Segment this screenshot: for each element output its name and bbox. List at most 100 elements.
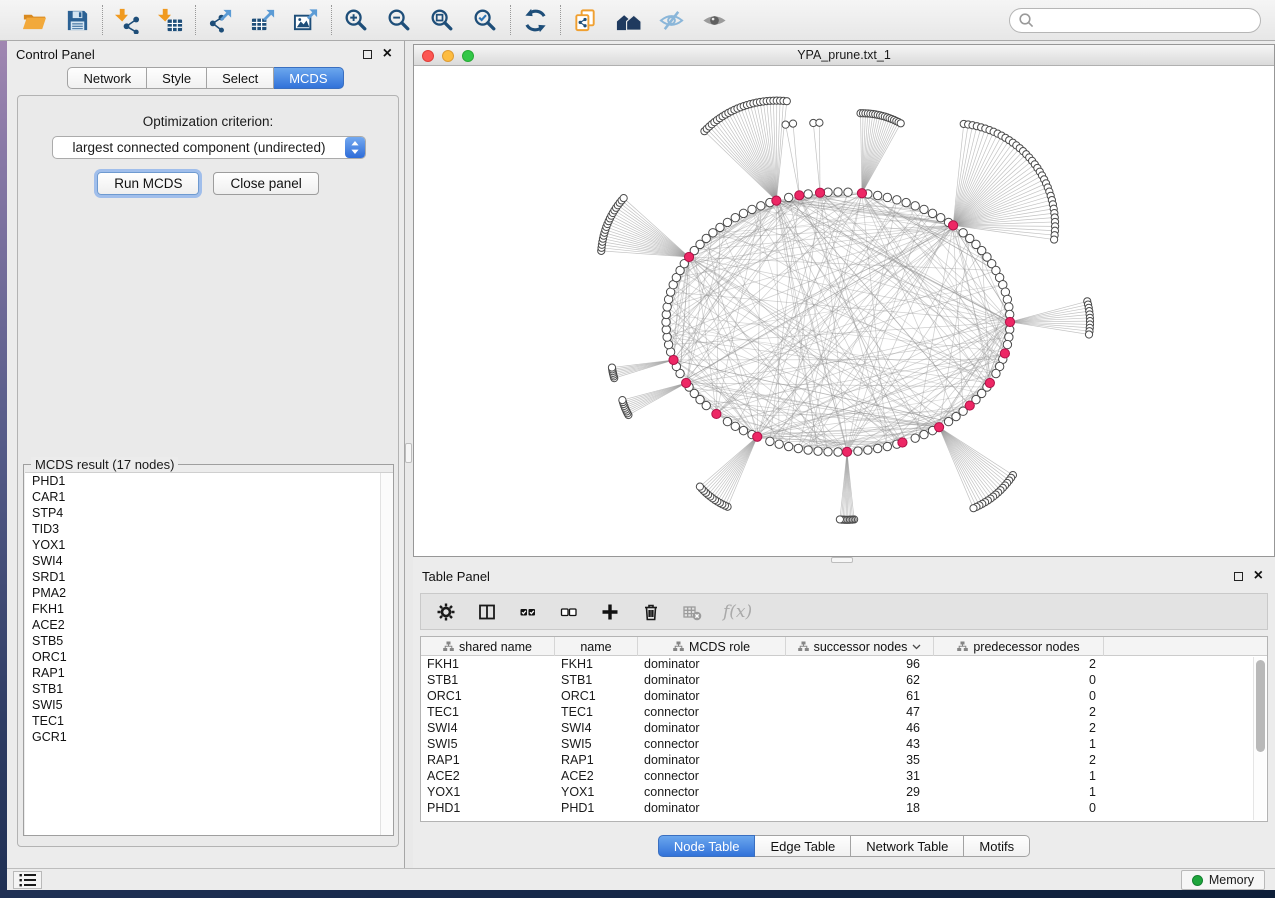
network-hub-node[interactable]: [669, 355, 678, 364]
cell[interactable]: PHD1: [421, 800, 555, 816]
column-header-predecessor-nodes[interactable]: predecessor nodes: [934, 637, 1104, 656]
deselect-all-icon[interactable]: [559, 602, 579, 622]
cell[interactable]: 62: [786, 672, 934, 688]
network-window-titlebar[interactable]: YPA_prune.txt_1: [414, 45, 1274, 66]
function-builder-button[interactable]: f(x): [723, 602, 752, 622]
cell[interactable]: dominator: [638, 672, 786, 688]
close-table-panel-button[interactable]: ×: [1254, 571, 1263, 581]
network-hub-node[interactable]: [684, 252, 693, 261]
network-hub-node[interactable]: [795, 191, 804, 200]
cell[interactable]: connector: [638, 768, 786, 784]
close-panel-button[interactable]: ×: [383, 49, 392, 59]
network-node[interactable]: [775, 440, 783, 448]
cell[interactable]: FKH1: [421, 656, 555, 672]
cell[interactable]: 96: [786, 656, 934, 672]
network-node[interactable]: [663, 303, 671, 311]
column-header-name[interactable]: name: [555, 637, 638, 656]
network-node[interactable]: [739, 426, 747, 434]
network-node[interactable]: [723, 417, 731, 425]
network-node[interactable]: [911, 434, 919, 442]
tab-network-table[interactable]: Network Table: [851, 835, 964, 857]
show-all-icon[interactable]: [701, 7, 728, 34]
mcds-result-item[interactable]: SWI4: [25, 553, 393, 569]
network-node[interactable]: [784, 442, 792, 450]
network-node[interactable]: [883, 442, 891, 450]
network-node[interactable]: [784, 193, 792, 201]
network-hub-node[interactable]: [965, 401, 974, 410]
mcds-result-item[interactable]: STB5: [25, 633, 393, 649]
table-row[interactable]: STB1STB1dominator620: [421, 672, 1267, 688]
cell[interactable]: ORC1: [421, 688, 555, 704]
network-leaf-node[interactable]: [696, 483, 703, 490]
cell[interactable]: STB1: [555, 672, 638, 688]
first-neighbors-icon[interactable]: [615, 7, 642, 34]
network-leaf-node[interactable]: [789, 120, 796, 127]
mcds-list-scrollbar[interactable]: [380, 473, 393, 835]
cell[interactable]: 35: [786, 752, 934, 768]
cell[interactable]: ORC1: [555, 688, 638, 704]
column-header-MCDS-role[interactable]: MCDS role: [638, 637, 786, 656]
cell[interactable]: 29: [786, 784, 934, 800]
cell[interactable]: TEC1: [421, 704, 555, 720]
cell[interactable]: dominator: [638, 720, 786, 736]
network-hub-node[interactable]: [842, 447, 851, 456]
cell[interactable]: connector: [638, 736, 786, 752]
select-all-icon[interactable]: [518, 602, 538, 622]
tab-select[interactable]: Select: [207, 67, 274, 89]
network-hub-node[interactable]: [753, 432, 762, 441]
network-hub-node[interactable]: [857, 189, 866, 198]
network-leaf-node[interactable]: [783, 98, 790, 105]
cell[interactable]: dominator: [638, 800, 786, 816]
network-hub-node[interactable]: [815, 188, 824, 197]
network-node[interactable]: [844, 188, 852, 196]
import-table-icon[interactable]: [157, 7, 184, 34]
cell[interactable]: PHD1: [555, 800, 638, 816]
network-node[interactable]: [794, 444, 802, 452]
cell[interactable]: dominator: [638, 688, 786, 704]
cell[interactable]: 2: [934, 656, 1104, 672]
network-leaf-node[interactable]: [620, 195, 627, 202]
network-node[interactable]: [834, 448, 842, 456]
tab-mcds[interactable]: MCDS: [274, 67, 343, 89]
tab-motifs[interactable]: Motifs: [964, 835, 1030, 857]
table-row[interactable]: PHD1PHD1dominator180: [421, 800, 1267, 816]
zoom-fit-icon[interactable]: [429, 7, 456, 34]
export-table-icon[interactable]: [250, 7, 277, 34]
tab-edge-table[interactable]: Edge Table: [755, 835, 851, 857]
network-hub-node[interactable]: [1000, 349, 1009, 358]
table-row[interactable]: ACE2ACE2connector311: [421, 768, 1267, 784]
mcds-result-item[interactable]: STB1: [25, 681, 393, 697]
network-node[interactable]: [814, 447, 822, 455]
cell[interactable]: 1: [934, 736, 1104, 752]
cell[interactable]: 61: [786, 688, 934, 704]
mcds-result-item[interactable]: FKH1: [25, 601, 393, 617]
network-node[interactable]: [731, 422, 739, 430]
mcds-result-item[interactable]: SWI5: [25, 697, 393, 713]
network-hub-node[interactable]: [682, 378, 691, 387]
cell[interactable]: SWI5: [421, 736, 555, 752]
network-node[interactable]: [952, 412, 960, 420]
cell[interactable]: YOX1: [555, 784, 638, 800]
mcds-result-item[interactable]: RAP1: [25, 665, 393, 681]
network-leaf-node[interactable]: [970, 505, 977, 512]
network-hub-node[interactable]: [1005, 317, 1014, 326]
network-leaf-node[interactable]: [816, 119, 823, 126]
table-row[interactable]: ORC1ORC1dominator610: [421, 688, 1267, 704]
network-node[interactable]: [873, 191, 881, 199]
network-leaf-node[interactable]: [836, 516, 843, 523]
cell[interactable]: SWI5: [555, 736, 638, 752]
cell[interactable]: 2: [934, 720, 1104, 736]
cell[interactable]: connector: [638, 704, 786, 720]
network-node[interactable]: [1005, 333, 1013, 341]
save-icon[interactable]: [64, 7, 91, 34]
vertical-splitter-grip[interactable]: [405, 443, 412, 463]
cell[interactable]: SWI4: [555, 720, 638, 736]
network-leaf-node[interactable]: [782, 121, 789, 128]
zoom-out-icon[interactable]: [386, 7, 413, 34]
network-node[interactable]: [824, 448, 832, 456]
network-node[interactable]: [992, 369, 1000, 377]
cell[interactable]: 43: [786, 736, 934, 752]
network-node[interactable]: [748, 205, 756, 213]
vertical-splitter[interactable]: [405, 41, 413, 868]
zoom-selected-icon[interactable]: [472, 7, 499, 34]
